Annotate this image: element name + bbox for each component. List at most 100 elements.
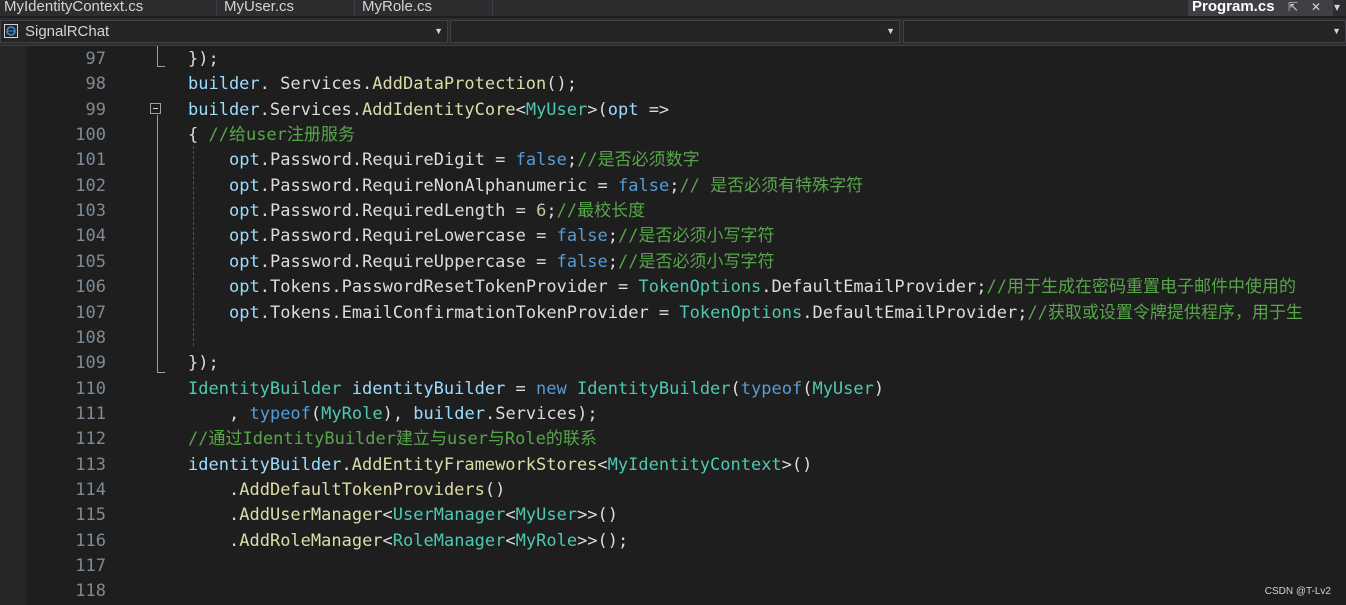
code-token: .: [341, 454, 352, 475]
code-token: PasswordResetTokenProvider: [341, 277, 608, 298]
member-dropdown[interactable]: ▼: [450, 20, 900, 43]
code-token: AddIdentityCore: [362, 99, 516, 120]
code-token: Password: [269, 251, 352, 272]
code-token: RequireUppercase: [362, 251, 526, 272]
code-token: .: [351, 175, 363, 196]
code-line[interactable]: 114 .AddDefaultTokenProviders(): [0, 478, 1346, 503]
code-line[interactable]: 115 .AddUserManager<UserManager<MyUser>>(…: [0, 503, 1346, 528]
code-line[interactable]: 105 opt.Password.RequireUppercase = false…: [0, 250, 1346, 275]
code-line[interactable]: 98 builder. Services.AddDataProtection();: [0, 72, 1346, 97]
line-number: 103: [75, 201, 106, 222]
code-token: ;: [607, 226, 619, 247]
code-token: identityBuilder: [188, 454, 342, 475]
code-token: TokenOptions: [638, 277, 762, 298]
code-token: TokenOptions: [679, 302, 803, 323]
code-token: identityBuilder: [351, 378, 506, 399]
symbol-dropdown[interactable]: ▼: [903, 20, 1346, 43]
line-number: 100: [75, 125, 106, 146]
close-icon[interactable]: ✕: [1311, 0, 1321, 14]
project-dropdown[interactable]: SignalRChat ▼: [0, 20, 448, 43]
code-token: .: [351, 226, 363, 247]
line-number: 117: [75, 556, 106, 576]
code-token: .: [351, 201, 363, 222]
code-line[interactable]: 101 opt.Password.RequireDigit = false;//是…: [0, 148, 1346, 173]
code-token: );: [577, 403, 598, 424]
code-line[interactable]: 100 { //给user注册服务: [0, 123, 1346, 148]
tab-myrole[interactable]: MyRole.cs: [358, 0, 493, 16]
code-line[interactable]: 112 //通过IdentityBuilder建立与user与Role的联系: [0, 427, 1346, 452]
tab-label: Program.cs: [1192, 0, 1275, 15]
code-token: .: [362, 74, 373, 95]
code-text: });: [188, 351, 219, 376]
line-number: 101: [75, 150, 106, 171]
code-token: <: [505, 530, 516, 551]
code-line[interactable]: 111, typeof(MyRole), builder.Services);: [0, 402, 1346, 427]
watermark: CSDN @T-Lv2: [1264, 586, 1331, 597]
code-token: >(): [781, 454, 813, 475]
pin-icon[interactable]: ⇱: [1288, 0, 1298, 14]
code-line[interactable]: 103 opt.Password.RequiredLength = 6;//最校长…: [0, 199, 1346, 224]
code-line[interactable]: 102 opt.Password.RequireNonAlphanumeric =…: [0, 174, 1346, 199]
code-line[interactable]: 108: [0, 326, 1346, 351]
code-line[interactable]: 116 .AddRoleManager<RoleManager<MyRole>>(…: [0, 529, 1346, 554]
tab-myuser[interactable]: MyUser.cs: [220, 0, 355, 16]
document-tab-strip: MyIdentityContext.cs MyUser.cs MyRole.cs…: [0, 0, 1346, 16]
code-editor[interactable]: 97}); 98 builder. Services.AddDataProtecti…: [0, 46, 1346, 605]
code-token: AddEntityFrameworkStores: [351, 454, 598, 475]
code-token: false: [556, 251, 608, 272]
code-token: MyUser: [525, 99, 588, 120]
code-token: opt: [229, 226, 260, 247]
tab-myidentitycontext[interactable]: MyIdentityContext.cs: [0, 0, 217, 16]
code-token: opt: [229, 251, 260, 272]
line-number: 112: [75, 429, 106, 450]
dropdown-arrow-icon: ▼: [1332, 26, 1341, 36]
code-token: 6: [536, 201, 547, 222]
code-token: .: [351, 99, 363, 120]
code-token: >>(): [577, 505, 619, 526]
code-token: ;: [607, 251, 619, 272]
line-number: 113: [75, 454, 106, 475]
code-line[interactable]: 107 opt.Tokens.EmailConfirmationTokenProv…: [0, 301, 1346, 326]
line-number: 102: [75, 175, 106, 196]
code-line[interactable]: 99 builder.Services.AddIdentityCore<MyUse…: [0, 98, 1346, 123]
line-number: 118: [75, 581, 106, 602]
line-number: 108: [75, 327, 106, 348]
code-token: Services: [495, 403, 578, 424]
code-token: //是否必须数字: [577, 150, 700, 171]
code-token: opt: [229, 201, 260, 222]
code-token: (): [484, 479, 506, 500]
code-token: AddUserManager: [239, 505, 383, 526]
code-text: opt.Password.RequireDigit = false;//是否必须…: [188, 148, 700, 173]
code-token: ;: [546, 201, 557, 222]
code-token: AddDataProtection: [372, 74, 547, 95]
code-token: .: [331, 302, 342, 323]
code-line[interactable]: 110 IdentityBuilder identityBuilder = new…: [0, 377, 1346, 402]
tab-list-icon[interactable]: ▾: [1334, 0, 1340, 14]
code-text: });: [188, 47, 219, 72]
code-line[interactable]: 113 identityBuilder.AddEntityFrameworkSto…: [0, 453, 1346, 478]
code-token: MyUser: [812, 378, 874, 399]
line-number: 106: [75, 277, 106, 298]
code-token: });: [188, 49, 219, 69]
dropdown-arrow-icon: ▼: [886, 26, 895, 36]
code-line[interactable]: 106 opt.Tokens.PasswordResetTokenProvider…: [0, 275, 1346, 300]
line-number: 99: [85, 99, 106, 120]
code-token: <: [515, 99, 526, 120]
code-token: .: [259, 74, 281, 95]
code-token: opt: [229, 175, 260, 196]
code-line[interactable]: 109});: [0, 351, 1346, 376]
code-token: .: [259, 201, 270, 222]
code-token: IdentityBuilder: [577, 378, 731, 399]
code-text: { //给user注册服务: [188, 123, 355, 148]
code-token: typeof: [740, 378, 803, 399]
code-text: identityBuilder.AddEntityFrameworkStores…: [188, 453, 812, 478]
line-number: 115: [75, 505, 106, 526]
code-token: .: [259, 251, 270, 272]
code-token: .: [229, 479, 240, 500]
code-line[interactable]: 97});: [0, 47, 1346, 72]
code-line[interactable]: 104 opt.Password.RequireLowercase = false…: [0, 224, 1346, 249]
code-line[interactable]: 117: [0, 554, 1346, 579]
code-line[interactable]: 118: [0, 579, 1346, 604]
code-token: DefaultEmailProvider: [812, 302, 1018, 323]
